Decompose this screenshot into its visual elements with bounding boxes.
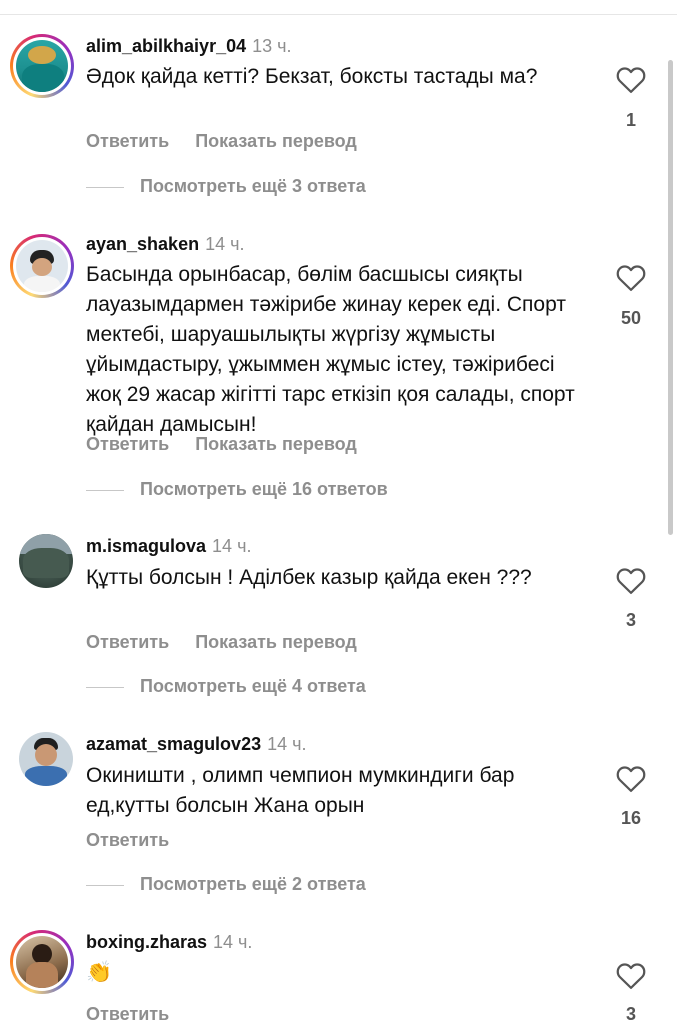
view-replies-label: Посмотреть ещё 4 ответа	[140, 676, 366, 696]
username[interactable]: alim_abilkhaiyr_04	[86, 36, 246, 56]
timestamp: 14 ч.	[213, 932, 253, 952]
comment-actions: Ответить	[86, 1004, 195, 1025]
like-count: 3	[625, 1004, 636, 1024]
comment-meta: boxing.zharas 14 ч.	[86, 932, 252, 953]
comment-meta: azamat_smagulov23 14 ч.	[86, 734, 307, 755]
comment-text: Басында орынбасар, бөлім басшысы сияқты …	[86, 263, 575, 436]
view-replies-label: Посмотреть ещё 2 ответа	[140, 874, 366, 894]
view-replies-button[interactable]: Посмотреть ещё 4 ответа	[86, 676, 366, 697]
timestamp: 13 ч.	[252, 36, 292, 56]
translate-button[interactable]: Показать перевод	[195, 434, 357, 455]
comment-actions: Ответить Показать перевод	[86, 131, 383, 152]
view-replies-button[interactable]: Посмотреть ещё 2 ответа	[86, 874, 366, 895]
heart-outline-icon[interactable]	[616, 567, 646, 595]
translate-button[interactable]: Показать перевод	[195, 131, 357, 152]
replies-divider	[86, 686, 124, 688]
avatar[interactable]	[10, 234, 74, 298]
comment-item: azamat_smagulov23 14 ч. Окиништи , олимп …	[0, 732, 677, 902]
avatar[interactable]	[10, 34, 74, 98]
heart-outline-icon[interactable]	[616, 962, 646, 990]
username[interactable]: azamat_smagulov23	[86, 734, 261, 754]
comment-actions: Ответить	[86, 830, 195, 851]
reply-button[interactable]: Ответить	[86, 830, 169, 851]
username[interactable]: boxing.zharas	[86, 932, 207, 952]
comment-actions: Ответить Показать перевод	[86, 632, 383, 653]
comment-item: boxing.zharas 14 ч. 👏 Ответить 3	[0, 930, 677, 1024]
comment-text: Окиништи , олимп чемпион мумкиндиги бар …	[86, 764, 515, 817]
like-count: 50	[620, 308, 642, 328]
heart-outline-icon[interactable]	[616, 66, 646, 94]
reply-button[interactable]: Ответить	[86, 1004, 169, 1025]
timestamp: 14 ч.	[212, 536, 252, 556]
username[interactable]: m.ismagulova	[86, 536, 206, 556]
view-replies-button[interactable]: Посмотреть ещё 16 ответов	[86, 479, 388, 500]
comment-text: Құтты болсын ! Аділбек казыр қайда екен …	[86, 566, 532, 589]
replies-divider	[86, 489, 124, 491]
avatar[interactable]	[19, 534, 73, 588]
like-count: 1	[625, 110, 636, 130]
avatar[interactable]	[19, 732, 73, 786]
timestamp: 14 ч.	[205, 234, 245, 254]
comment-actions: Ответить Показать перевод	[86, 434, 383, 455]
like-count: 3	[625, 610, 636, 630]
heart-outline-icon[interactable]	[616, 264, 646, 292]
comment-item: alim_abilkhaiyr_04 13 ч. Әдок қайда кетті…	[0, 30, 677, 200]
heart-outline-icon[interactable]	[616, 765, 646, 793]
comment-meta: alim_abilkhaiyr_04 13 ч.	[86, 36, 292, 57]
like-count: 16	[620, 808, 642, 828]
comment-text: 👏	[86, 960, 113, 984]
comment-item: m.ismagulova 14 ч. Құтты болсын ! Аділбек…	[0, 534, 677, 704]
comment-item: ayan_shaken 14 ч. Басында орынбасар, бөлі…	[0, 230, 677, 510]
timestamp: 14 ч.	[267, 734, 307, 754]
view-replies-button[interactable]: Посмотреть ещё 3 ответа	[86, 176, 366, 197]
comment-meta: ayan_shaken 14 ч.	[86, 234, 244, 255]
view-replies-label: Посмотреть ещё 3 ответа	[140, 176, 366, 196]
top-divider	[0, 14, 677, 15]
reply-button[interactable]: Ответить	[86, 131, 169, 152]
reply-button[interactable]: Ответить	[86, 632, 169, 653]
replies-divider	[86, 186, 124, 188]
avatar[interactable]	[10, 930, 74, 994]
username[interactable]: ayan_shaken	[86, 234, 199, 254]
translate-button[interactable]: Показать перевод	[195, 632, 357, 653]
comment-meta: m.ismagulova 14 ч.	[86, 536, 251, 557]
comment-text: Әдок қайда кетті? Бекзат, боксты тастады…	[86, 65, 538, 88]
view-replies-label: Посмотреть ещё 16 ответов	[140, 479, 388, 499]
replies-divider	[86, 884, 124, 886]
reply-button[interactable]: Ответить	[86, 434, 169, 455]
